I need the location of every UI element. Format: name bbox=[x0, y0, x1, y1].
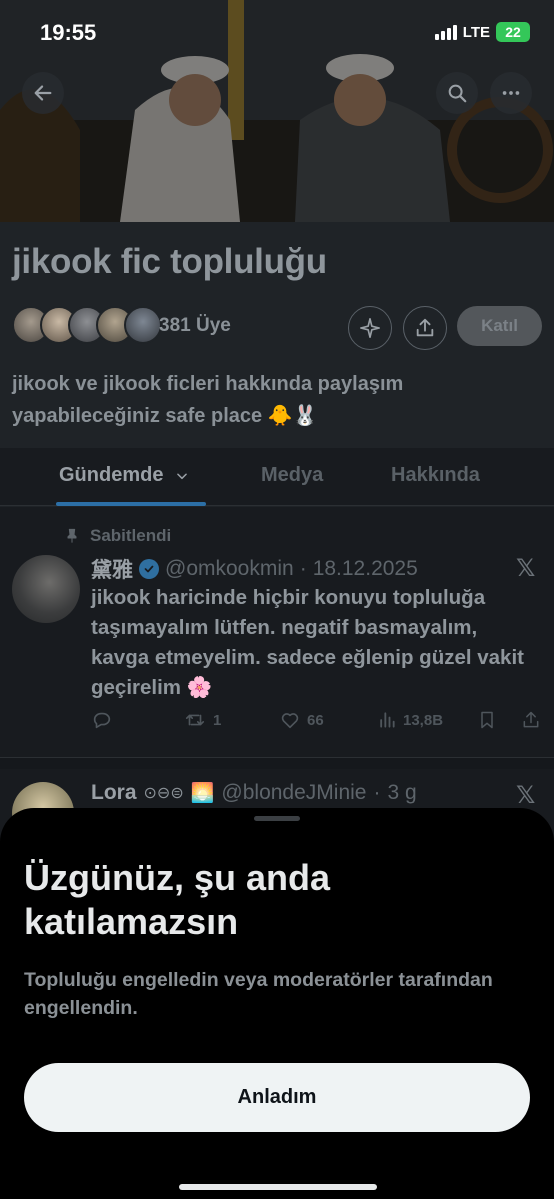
views-chart-icon bbox=[380, 712, 395, 728]
tab-trending[interactable]: Gündemde bbox=[59, 464, 189, 487]
signal-icon bbox=[434, 24, 457, 40]
x-logo-icon: 𝕏 bbox=[516, 782, 536, 809]
status-bar: 19:55 LTE 22 bbox=[0, 0, 554, 60]
post-author-name[interactable]: Lora bbox=[91, 781, 137, 805]
bookmark-icon bbox=[481, 711, 493, 729]
post-actions: 1 66 13,8B bbox=[91, 706, 541, 734]
author-emoji: 🌅 bbox=[190, 783, 215, 804]
post-separator: · bbox=[373, 781, 381, 804]
post-divider bbox=[0, 757, 554, 769]
more-options-button[interactable] bbox=[490, 72, 532, 114]
sparkle-icon bbox=[360, 318, 380, 338]
post-separator: · bbox=[299, 557, 307, 580]
views-count: 13,8B bbox=[403, 711, 444, 729]
like-button[interactable]: 66 bbox=[279, 709, 377, 731]
share-icon bbox=[416, 318, 434, 337]
post-author-name[interactable]: 黛雅 bbox=[91, 554, 133, 584]
author-symbols: ⊙⊖⊜ bbox=[143, 785, 184, 802]
heart-icon bbox=[281, 713, 299, 729]
status-indicators: LTE 22 bbox=[434, 22, 530, 42]
verified-badge-icon bbox=[139, 559, 159, 579]
share-button[interactable] bbox=[403, 306, 447, 350]
pin-icon bbox=[67, 528, 77, 543]
member-avatars[interactable] bbox=[12, 306, 162, 346]
member-avatar bbox=[124, 306, 162, 344]
pinned-text: Sabitlendi bbox=[90, 526, 172, 545]
bookmark-button[interactable] bbox=[477, 709, 521, 731]
post-text: jikook haricinde hiçbir konuyu topluluğa… bbox=[91, 586, 524, 699]
post-author-avatar[interactable] bbox=[12, 555, 80, 623]
post-share-button[interactable] bbox=[521, 709, 541, 731]
reply-button[interactable] bbox=[91, 709, 183, 731]
got-it-button[interactable]: Anladım bbox=[24, 1063, 530, 1132]
pinned-label: Sabitlendi bbox=[64, 526, 171, 546]
chevron-down-icon bbox=[177, 473, 187, 479]
battery-icon: 22 bbox=[496, 22, 530, 42]
post-header: Lora ⊙⊖⊜ 🌅 @blondeJMinie · 3 g bbox=[91, 781, 417, 805]
sheet-message: Topluluğu engelledin veya moderatörler t… bbox=[24, 969, 493, 1019]
post-author-handle[interactable]: @omkookmin bbox=[165, 557, 294, 581]
community-tabs: Gündemde Medya Hakkında bbox=[0, 448, 554, 506]
repost-count: 1 bbox=[213, 711, 222, 729]
post-header: 黛雅 @omkookmin · 18.12.2025 bbox=[91, 554, 418, 584]
post-author-handle[interactable]: @blondeJMinie bbox=[221, 781, 366, 805]
post-date: 18.12.2025 bbox=[312, 557, 418, 580]
member-count[interactable]: 381 Üye bbox=[159, 315, 231, 337]
like-count: 66 bbox=[307, 711, 324, 729]
reply-icon bbox=[93, 712, 111, 729]
grok-sparkle-button[interactable] bbox=[348, 306, 392, 350]
community-title: jikook fic topluluğu bbox=[12, 242, 327, 281]
tab-media[interactable]: Medya bbox=[261, 464, 323, 487]
tab-about[interactable]: Hakkında bbox=[391, 464, 480, 487]
post-time: 3 g bbox=[387, 781, 417, 804]
views-button[interactable]: 13,8B bbox=[377, 710, 477, 730]
network-label: LTE bbox=[462, 23, 490, 41]
cannot-join-sheet: Üzgünüz, şu anda katılamazsın Topluluğu … bbox=[0, 808, 554, 1199]
search-button[interactable] bbox=[436, 72, 478, 114]
x-logo-icon: 𝕏 bbox=[516, 555, 536, 582]
sheet-title: Üzgünüz, şu anda katılamazsın bbox=[24, 857, 330, 942]
back-arrow-icon bbox=[34, 85, 52, 101]
search-icon bbox=[448, 84, 467, 103]
tab-label: Gündemde bbox=[59, 464, 164, 486]
home-indicator[interactable] bbox=[179, 1184, 377, 1190]
community-description: jikook ve jikook ficleri hakkında paylaş… bbox=[12, 373, 404, 427]
repost-icon bbox=[185, 714, 205, 726]
share-icon bbox=[523, 711, 539, 728]
join-button[interactable]: Katıl bbox=[457, 306, 542, 346]
more-dots-icon bbox=[502, 91, 520, 95]
active-tab-indicator bbox=[56, 502, 206, 506]
back-button[interactable] bbox=[22, 72, 64, 114]
status-time: 19:55 bbox=[40, 20, 97, 45]
repost-button[interactable]: 1 bbox=[183, 709, 279, 731]
sheet-grabber[interactable] bbox=[254, 816, 300, 821]
